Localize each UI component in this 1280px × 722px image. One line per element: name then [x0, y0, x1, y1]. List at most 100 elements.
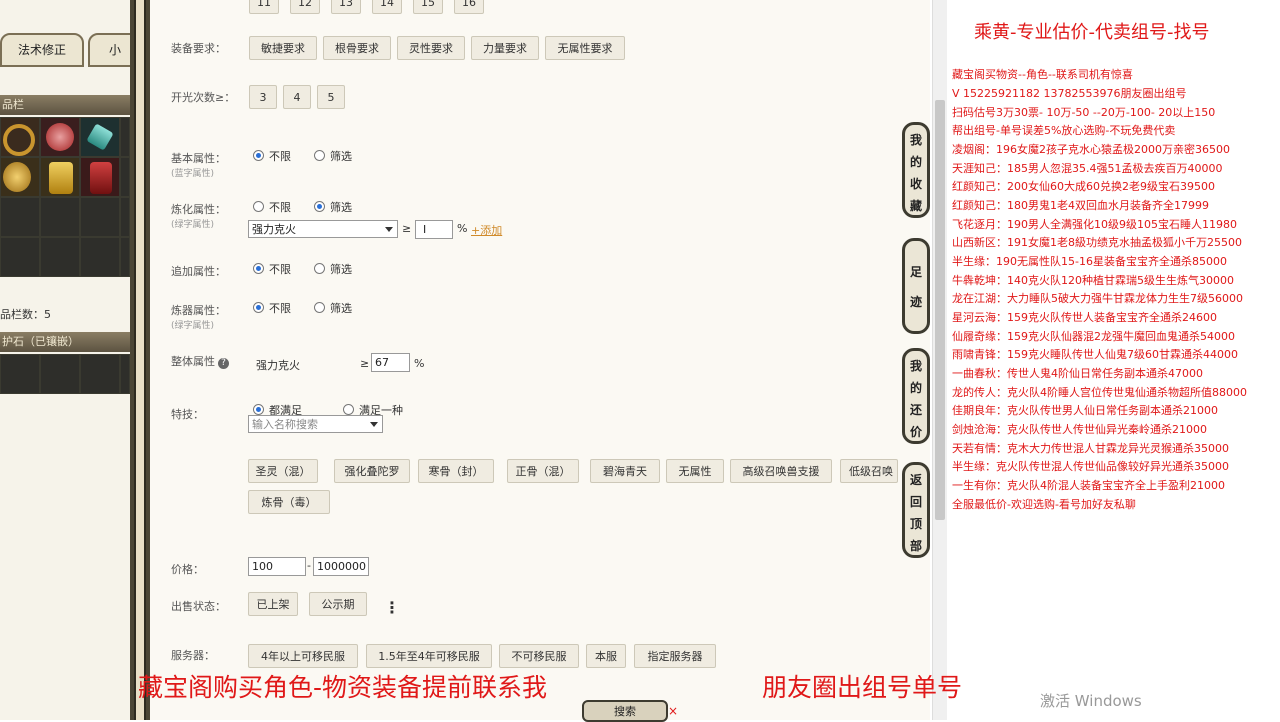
status-public-button[interactable]: 公示期	[309, 592, 367, 616]
server-4yr-button[interactable]: 4年以上可移民服	[248, 644, 358, 668]
inventory-slot[interactable]	[120, 117, 130, 157]
inventory-slot[interactable]	[120, 157, 130, 197]
radio-unchecked-icon	[314, 302, 325, 313]
inventory-slot[interactable]	[40, 197, 80, 237]
side-footprint-button[interactable]: 足 迹	[902, 238, 930, 334]
add-attr-link[interactable]: +添加	[471, 222, 502, 238]
filter-btn-11[interactable]: 11	[249, 0, 279, 14]
radio-label: 筛选	[330, 150, 352, 163]
side-my-bargain-button[interactable]: 我 的 还 价	[902, 348, 930, 444]
open-light-4-button[interactable]: 4	[283, 85, 311, 109]
refiner-attr-filter-radio[interactable]: 筛选	[314, 300, 352, 316]
server-no-migrate-button[interactable]: 不可移民服	[499, 644, 579, 668]
game-tabs: 法术修正 小	[0, 33, 142, 67]
inventory-slot[interactable]	[80, 117, 120, 157]
side-char: 价	[909, 425, 922, 439]
price-max-input[interactable]: 1000000	[313, 557, 369, 576]
page-scrollbar[interactable]	[932, 0, 947, 720]
basic-attr-any-radio[interactable]: 不限	[253, 148, 291, 164]
close-icon[interactable]: ×	[668, 704, 678, 718]
refiner-attr-any-radio[interactable]: 不限	[253, 300, 291, 316]
inventory-slot[interactable]	[0, 197, 40, 237]
server-1-5yr-button[interactable]: 1.5年至4年可移民服	[366, 644, 492, 668]
overlay-line: 佳期良年：克火队传世男人仙日常任务副本通杀21000	[952, 404, 1218, 417]
skill-button[interactable]: 碧海青天	[590, 459, 660, 483]
inventory-slot[interactable]	[40, 237, 80, 277]
help-icon[interactable]: ?	[218, 358, 229, 369]
armor-icon	[49, 162, 73, 194]
inventory-slot[interactable]	[0, 117, 40, 157]
refine-attr-value-input[interactable]: I	[415, 220, 453, 239]
skill-button[interactable]: 寒骨（封）	[418, 459, 494, 483]
more-vertical-icon[interactable]: ⋮	[384, 598, 400, 617]
skill-button[interactable]: 高级召唤兽支援	[730, 459, 832, 483]
extra-attr-filter-radio[interactable]: 筛选	[314, 261, 352, 277]
inventory-slot[interactable]	[40, 157, 80, 197]
extra-attr-any-radio[interactable]: 不限	[253, 261, 291, 277]
tab-spell-correction[interactable]: 法术修正	[0, 33, 84, 67]
filter-btn-16[interactable]: 16	[454, 0, 484, 14]
server-this-button[interactable]: 本服	[586, 644, 626, 668]
side-back-to-top-button[interactable]: 返 回 顶 部	[902, 462, 930, 558]
inventory-slot[interactable]	[120, 197, 130, 237]
inventory-slot[interactable]	[40, 117, 80, 157]
skill-button[interactable]: 正骨（混）	[507, 459, 579, 483]
amulet-slot[interactable]	[120, 354, 130, 394]
radio-unchecked-icon	[314, 150, 325, 161]
overlay-title: 乘黄-专业估价-代卖组号-找号	[974, 22, 1210, 43]
radio-label: 不限	[269, 263, 291, 276]
side-char: 我	[909, 133, 922, 147]
skill-button[interactable]: 圣灵（混）	[248, 459, 318, 483]
inventory-slot[interactable]	[120, 237, 130, 277]
amulet-slot[interactable]	[0, 354, 40, 394]
refine-attr-any-radio[interactable]: 不限	[253, 199, 291, 215]
overlay-line: 全服最低价-欢迎选购-看号加好友私聊	[952, 498, 1136, 511]
amulet-slot[interactable]	[80, 354, 120, 394]
req-constitution-button[interactable]: 根骨要求	[323, 36, 391, 60]
refine-attr-filter-radio[interactable]: 筛选	[314, 199, 352, 215]
overlay-line: 半生缘：190无属性队15-16星装备宝宝齐全通杀85000	[952, 255, 1227, 268]
filter-btn-15[interactable]: 15	[413, 0, 443, 14]
amulet-slot[interactable]	[40, 354, 80, 394]
refine-attr-select[interactable]: 强力克火	[248, 220, 398, 238]
skill-button[interactable]: 无属性	[666, 459, 724, 483]
inventory-slot[interactable]	[80, 157, 120, 197]
open-light-3-button[interactable]: 3	[249, 85, 277, 109]
filter-btn-12[interactable]: 12	[290, 0, 320, 14]
inventory-slot[interactable]	[0, 237, 40, 277]
window-frame-inner	[134, 0, 146, 720]
overlay-line: V 15225921182 13782553976朋友圈出组号	[952, 87, 1187, 100]
req-spirit-button[interactable]: 灵性要求	[397, 36, 465, 60]
req-strength-button[interactable]: 力量要求	[471, 36, 539, 60]
filter-btn-13[interactable]: 13	[331, 0, 361, 14]
overlay-line: 龙在江湖：大力睡队5破大力强牛甘霖龙体力生生7级56000	[952, 292, 1243, 305]
side-my-favorites-button[interactable]: 我 的 收 藏	[902, 122, 930, 218]
price-min-input[interactable]: 100	[248, 557, 306, 576]
basic-attr-filter-radio[interactable]: 筛选	[314, 148, 352, 164]
open-light-5-button[interactable]: 5	[317, 85, 345, 109]
skill-button[interactable]: 强化叠陀罗	[334, 459, 410, 483]
overlay-line: 一生有你：克火队4阶混人装备宝宝齐全上手盈利21000	[952, 479, 1225, 492]
side-char: 返	[909, 473, 922, 487]
inventory-slot[interactable]	[80, 197, 120, 237]
side-char: 我	[909, 359, 922, 373]
skill-button[interactable]: 低级召唤	[840, 459, 898, 483]
filter-btn-14[interactable]: 14	[372, 0, 402, 14]
search-button[interactable]: 搜索	[582, 700, 668, 722]
status-listed-button[interactable]: 已上架	[248, 592, 298, 616]
overlay-line: 仙履奇缘：159克火队仙器混2龙强牛魔回血鬼通杀54000	[952, 330, 1235, 343]
radio-label: 不限	[269, 150, 291, 163]
search-filter-form: 11 12 13 14 15 16 装备要求： 敏捷要求 根骨要求 灵性要求 力…	[150, 0, 930, 720]
overall-attr-name: 强力克火	[256, 359, 300, 372]
inventory-slot[interactable]	[80, 237, 120, 277]
overlay-line: 红颜知己：200女仙60大成60兑换2老9级宝石39500	[952, 180, 1215, 193]
server-specify-button[interactable]: 指定服务器	[634, 644, 716, 668]
skill-button[interactable]: 炼骨（毒）	[248, 490, 330, 514]
overall-attr-value-input[interactable]: 67	[371, 353, 410, 372]
inventory-slot[interactable]	[0, 157, 40, 197]
scrollbar-thumb[interactable]	[935, 100, 945, 520]
req-agility-button[interactable]: 敏捷要求	[249, 36, 317, 60]
inventory-slot-count: 品栏数：5	[0, 308, 51, 321]
skills-search-select[interactable]: 输入名称搜索	[248, 415, 383, 433]
req-none-button[interactable]: 无属性要求	[545, 36, 625, 60]
